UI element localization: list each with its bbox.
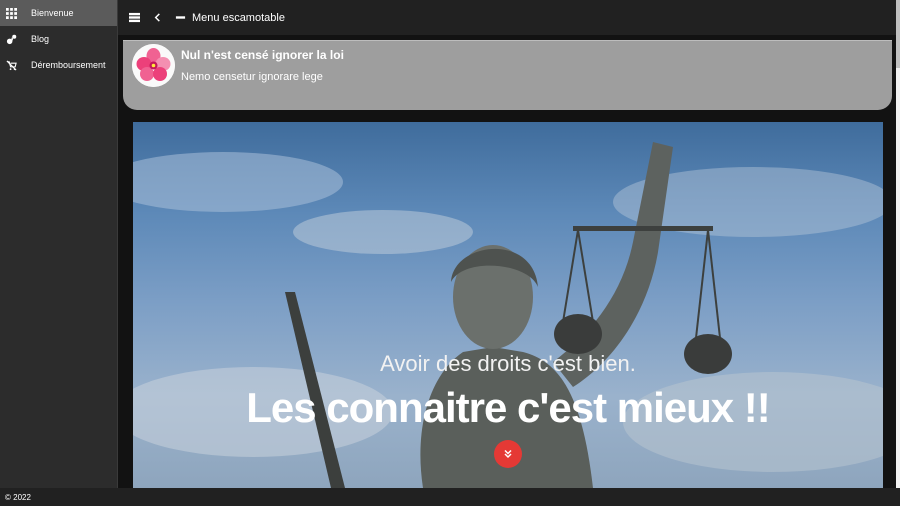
flower-icon	[132, 44, 175, 87]
footer: © 2022	[0, 488, 900, 506]
sidebar: Bienvenue Blog Déremboursement	[0, 0, 118, 488]
menu-title: Menu escamotable	[192, 11, 285, 24]
vertical-scrollbar[interactable]	[896, 0, 900, 488]
sidebar-item-deremboursement[interactable]: Déremboursement	[0, 52, 117, 78]
avatar	[132, 44, 175, 87]
hero-banner: Avoir des droits c'est bien. Les connait…	[133, 122, 883, 488]
hero-headline: Les connaitre c'est mieux !!	[246, 384, 771, 431]
menu-icon[interactable]	[127, 11, 141, 25]
sidebar-item-blog[interactable]: Blog	[0, 26, 117, 52]
sidebar-item-bienvenue[interactable]: Bienvenue	[0, 0, 117, 26]
sidebar-item-label: Blog	[31, 34, 50, 44]
chevron-left-icon[interactable]	[150, 11, 164, 25]
scrollbar-thumb[interactable]	[896, 0, 900, 68]
cart-off-icon	[5, 59, 17, 71]
minus-icon[interactable]	[173, 11, 187, 25]
sidebar-item-label: Déremboursement	[31, 60, 106, 70]
hero-subtitle: Avoir des droits c'est bien.	[380, 351, 636, 376]
top-bar: Menu escamotable	[118, 0, 896, 35]
site-header-card: Nul n'est censé ignorer la loi Nemo cens…	[123, 40, 892, 110]
site-subtitle: Nemo censetur ignorare lege	[181, 71, 323, 83]
main-content: Nul n'est censé ignorer la loi Nemo cens…	[118, 35, 896, 488]
lady-justice-statue-image	[133, 142, 883, 488]
copyright-text: © 2022	[5, 492, 31, 502]
site-title: Nul n'est censé ignorer la loi	[181, 48, 344, 62]
blog-icon	[5, 33, 17, 45]
double-chevron-down-icon	[504, 449, 512, 459]
sidebar-item-label: Bienvenue	[31, 8, 74, 18]
grid-icon	[5, 7, 17, 19]
scroll-down-button[interactable]	[494, 440, 522, 468]
